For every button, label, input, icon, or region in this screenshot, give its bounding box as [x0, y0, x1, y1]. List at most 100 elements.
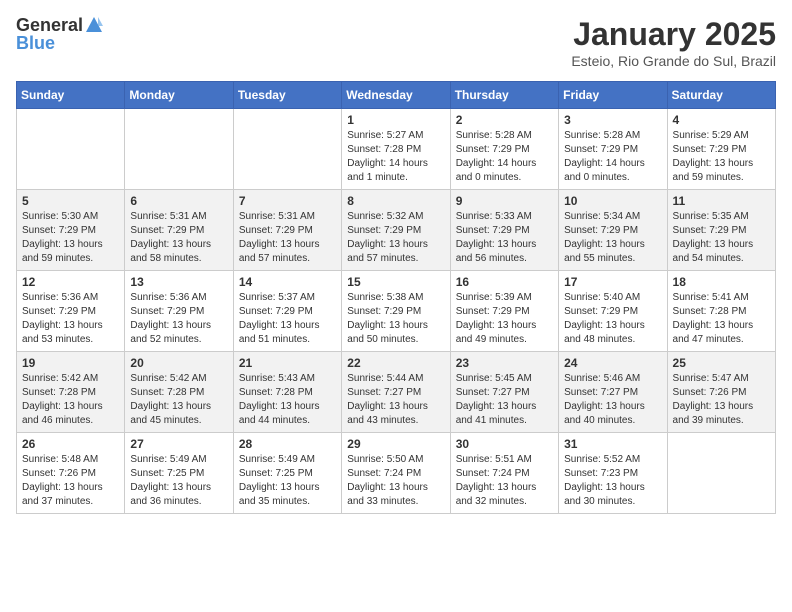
day-number: 28 — [239, 437, 336, 451]
day-number: 11 — [673, 194, 770, 208]
day-info: Sunrise: 5:49 AMSunset: 7:25 PMDaylight:… — [239, 453, 336, 509]
day-info: Sunrise: 5:29 AMSunset: 7:29 PMDaylight:… — [673, 129, 770, 185]
day-info: Sunrise: 5:40 AMSunset: 7:29 PMDaylight:… — [564, 291, 661, 347]
calendar-day-cell: 13 Sunrise: 5:36 AMSunset: 7:29 PMDayligh… — [125, 271, 233, 352]
day-info: Sunrise: 5:41 AMSunset: 7:28 PMDaylight:… — [673, 291, 770, 347]
weekday-header-cell: Friday — [559, 82, 667, 109]
day-info: Sunrise: 5:36 AMSunset: 7:29 PMDaylight:… — [130, 291, 227, 347]
calendar-table: SundayMondayTuesdayWednesdayThursdayFrid… — [16, 81, 776, 514]
calendar-day-cell: 29 Sunrise: 5:50 AMSunset: 7:24 PMDayligh… — [342, 433, 450, 514]
location-title: Esteio, Rio Grande do Sul, Brazil — [571, 53, 776, 69]
logo-triangle-icon — [85, 16, 103, 34]
calendar-day-cell: 25 Sunrise: 5:47 AMSunset: 7:26 PMDayligh… — [667, 352, 775, 433]
day-number: 13 — [130, 275, 227, 289]
calendar-day-cell: 20Sunrise: 5:42 AMSunset: 7:28 PMDayligh… — [125, 352, 233, 433]
weekday-header-cell: Monday — [125, 82, 233, 109]
day-number: 29 — [347, 437, 444, 451]
weekday-header-cell: Saturday — [667, 82, 775, 109]
day-number: 30 — [456, 437, 553, 451]
day-info: Sunrise: 5:32 AMSunset: 7:29 PMDaylight:… — [347, 210, 444, 266]
calendar-day-cell: 23 Sunrise: 5:45 AMSunset: 7:27 PMDayligh… — [450, 352, 558, 433]
calendar-day-cell: 19 Sunrise: 5:42 AMSunset: 7:28 PMDayligh… — [17, 352, 125, 433]
calendar-week-row: 26 Sunrise: 5:48 AMSunset: 7:26 PMDayligh… — [17, 433, 776, 514]
weekday-header-cell: Wednesday — [342, 82, 450, 109]
title-block: January 2025 Esteio, Rio Grande do Sul, … — [571, 16, 776, 69]
day-number: 16 — [456, 275, 553, 289]
calendar-day-cell — [17, 109, 125, 190]
calendar-day-cell: 24 Sunrise: 5:46 AMSunset: 7:27 PMDayligh… — [559, 352, 667, 433]
day-info: Sunrise: 5:28 AMSunset: 7:29 PMDaylight:… — [564, 129, 661, 185]
calendar-day-cell: 8 Sunrise: 5:32 AMSunset: 7:29 PMDaylight… — [342, 190, 450, 271]
calendar-body: 1 Sunrise: 5:27 AMSunset: 7:28 PMDaylight… — [17, 109, 776, 514]
day-info: Sunrise: 5:51 AMSunset: 7:24 PMDaylight:… — [456, 453, 553, 509]
day-number: 15 — [347, 275, 444, 289]
day-number: 17 — [564, 275, 661, 289]
logo-general: General — [16, 16, 83, 34]
day-number: 18 — [673, 275, 770, 289]
weekday-header-cell: Thursday — [450, 82, 558, 109]
calendar-day-cell: 22Sunrise: 5:44 AMSunset: 7:27 PMDayligh… — [342, 352, 450, 433]
day-number: 19 — [22, 356, 119, 370]
calendar-day-cell: 9Sunrise: 5:33 AMSunset: 7:29 PMDaylight… — [450, 190, 558, 271]
day-number: 2 — [456, 113, 553, 127]
weekday-header-cell: Sunday — [17, 82, 125, 109]
calendar-day-cell — [233, 109, 341, 190]
day-number: 7 — [239, 194, 336, 208]
day-number: 23 — [456, 356, 553, 370]
calendar-week-row: 5 Sunrise: 5:30 AMSunset: 7:29 PMDaylight… — [17, 190, 776, 271]
page-header: General Blue January 2025 Esteio, Rio Gr… — [16, 16, 776, 69]
calendar-day-cell: 12 Sunrise: 5:36 AMSunset: 7:29 PMDayligh… — [17, 271, 125, 352]
calendar-day-cell: 11 Sunrise: 5:35 AMSunset: 7:29 PMDayligh… — [667, 190, 775, 271]
day-info: Sunrise: 5:35 AMSunset: 7:29 PMDaylight:… — [673, 210, 770, 266]
calendar-day-cell: 3 Sunrise: 5:28 AMSunset: 7:29 PMDaylight… — [559, 109, 667, 190]
day-info: Sunrise: 5:49 AMSunset: 7:25 PMDaylight:… — [130, 453, 227, 509]
calendar-day-cell: 17 Sunrise: 5:40 AMSunset: 7:29 PMDayligh… — [559, 271, 667, 352]
day-number: 5 — [22, 194, 119, 208]
calendar-day-cell: 15Sunrise: 5:38 AMSunset: 7:29 PMDayligh… — [342, 271, 450, 352]
day-info: Sunrise: 5:47 AMSunset: 7:26 PMDaylight:… — [673, 372, 770, 428]
day-number: 26 — [22, 437, 119, 451]
calendar-day-cell: 7 Sunrise: 5:31 AMSunset: 7:29 PMDaylight… — [233, 190, 341, 271]
weekday-header-cell: Tuesday — [233, 82, 341, 109]
calendar-day-cell: 21Sunrise: 5:43 AMSunset: 7:28 PMDayligh… — [233, 352, 341, 433]
calendar-day-cell: 10 Sunrise: 5:34 AMSunset: 7:29 PMDayligh… — [559, 190, 667, 271]
day-info: Sunrise: 5:28 AMSunset: 7:29 PMDaylight:… — [456, 129, 553, 185]
calendar-day-cell: 31Sunrise: 5:52 AMSunset: 7:23 PMDayligh… — [559, 433, 667, 514]
calendar-day-cell — [667, 433, 775, 514]
day-number: 24 — [564, 356, 661, 370]
day-info: Sunrise: 5:30 AMSunset: 7:29 PMDaylight:… — [22, 210, 119, 266]
calendar-day-cell: 4Sunrise: 5:29 AMSunset: 7:29 PMDaylight… — [667, 109, 775, 190]
day-number: 9 — [456, 194, 553, 208]
day-number: 10 — [564, 194, 661, 208]
calendar-day-cell: 26 Sunrise: 5:48 AMSunset: 7:26 PMDayligh… — [17, 433, 125, 514]
calendar-day-cell: 30 Sunrise: 5:51 AMSunset: 7:24 PMDayligh… — [450, 433, 558, 514]
day-number: 14 — [239, 275, 336, 289]
calendar-week-row: 12 Sunrise: 5:36 AMSunset: 7:29 PMDayligh… — [17, 271, 776, 352]
day-number: 25 — [673, 356, 770, 370]
day-number: 8 — [347, 194, 444, 208]
calendar-week-row: 19 Sunrise: 5:42 AMSunset: 7:28 PMDayligh… — [17, 352, 776, 433]
day-info: Sunrise: 5:36 AMSunset: 7:29 PMDaylight:… — [22, 291, 119, 347]
day-number: 12 — [22, 275, 119, 289]
day-number: 20 — [130, 356, 227, 370]
day-info: Sunrise: 5:45 AMSunset: 7:27 PMDaylight:… — [456, 372, 553, 428]
day-info: Sunrise: 5:34 AMSunset: 7:29 PMDaylight:… — [564, 210, 661, 266]
day-info: Sunrise: 5:31 AMSunset: 7:29 PMDaylight:… — [130, 210, 227, 266]
logo: General Blue — [16, 16, 103, 52]
day-info: Sunrise: 5:46 AMSunset: 7:27 PMDaylight:… — [564, 372, 661, 428]
day-info: Sunrise: 5:52 AMSunset: 7:23 PMDaylight:… — [564, 453, 661, 509]
calendar-week-row: 1 Sunrise: 5:27 AMSunset: 7:28 PMDaylight… — [17, 109, 776, 190]
calendar-day-cell: 28 Sunrise: 5:49 AMSunset: 7:25 PMDayligh… — [233, 433, 341, 514]
day-info: Sunrise: 5:43 AMSunset: 7:28 PMDaylight:… — [239, 372, 336, 428]
day-info: Sunrise: 5:27 AMSunset: 7:28 PMDaylight:… — [347, 129, 444, 185]
calendar-day-cell: 1 Sunrise: 5:27 AMSunset: 7:28 PMDaylight… — [342, 109, 450, 190]
calendar-day-cell: 6 Sunrise: 5:31 AMSunset: 7:29 PMDaylight… — [125, 190, 233, 271]
day-info: Sunrise: 5:50 AMSunset: 7:24 PMDaylight:… — [347, 453, 444, 509]
day-number: 6 — [130, 194, 227, 208]
calendar-day-cell: 16Sunrise: 5:39 AMSunset: 7:29 PMDayligh… — [450, 271, 558, 352]
day-info: Sunrise: 5:48 AMSunset: 7:26 PMDaylight:… — [22, 453, 119, 509]
day-number: 3 — [564, 113, 661, 127]
day-info: Sunrise: 5:31 AMSunset: 7:29 PMDaylight:… — [239, 210, 336, 266]
day-number: 1 — [347, 113, 444, 127]
day-info: Sunrise: 5:42 AMSunset: 7:28 PMDaylight:… — [22, 372, 119, 428]
